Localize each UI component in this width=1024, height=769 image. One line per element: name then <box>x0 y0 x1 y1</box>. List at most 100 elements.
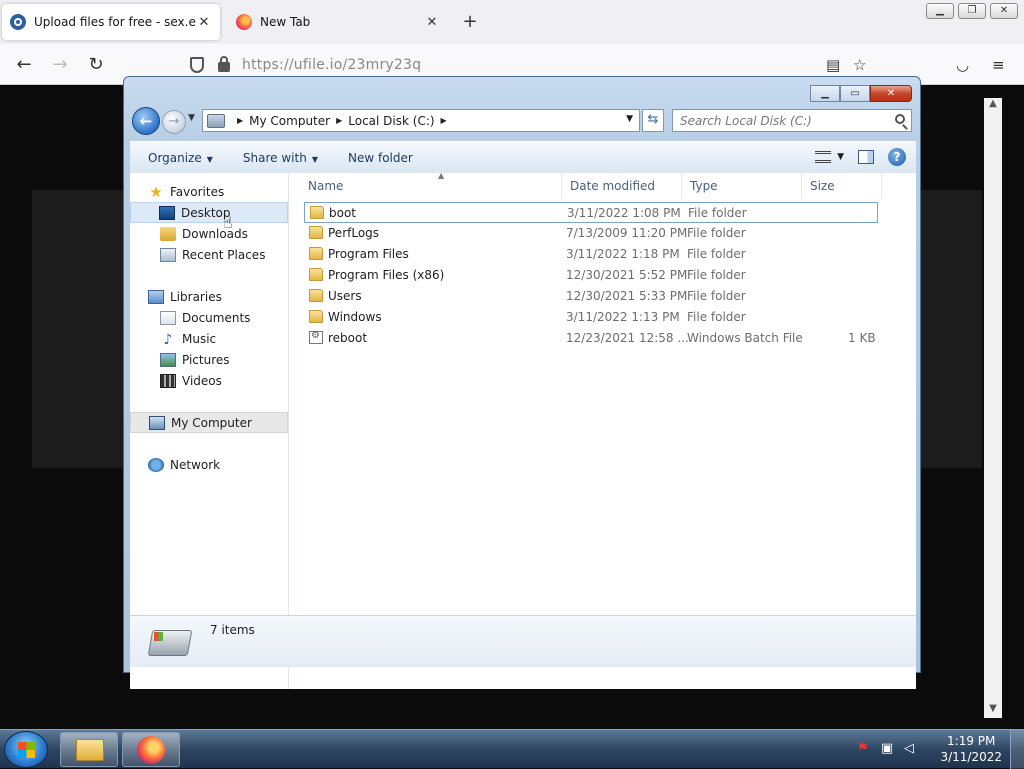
file-row-users[interactable]: Users 12/30/2021 5:33 PM File folder <box>304 286 878 307</box>
breadcrumb-local-disk[interactable]: Local Disk (C:) <box>348 114 434 128</box>
file-list[interactable]: Name ▲ Date modified Type Size boot 3/11… <box>290 171 916 689</box>
forward-arrow-icon[interactable]: → <box>162 110 186 134</box>
file-type: File folder <box>687 289 746 303</box>
breadcrumb-arrow-icon[interactable]: ▶ <box>441 116 447 125</box>
close-icon[interactable]: ✕ <box>990 3 1018 19</box>
back-arrow-icon[interactable]: ← <box>132 107 160 135</box>
back-arrow-icon[interactable]: ← <box>12 54 36 76</box>
share-with-button[interactable]: Share with ▼ <box>213 151 318 165</box>
reload-icon[interactable]: ↻ <box>84 54 108 76</box>
minimize-icon[interactable]: ▁ <box>810 85 840 102</box>
minimize-icon[interactable]: ▁ <box>926 3 954 19</box>
nav-label: Favorites <box>170 184 225 199</box>
item-count: 7 items <box>210 623 255 637</box>
close-icon[interactable]: ✕ <box>870 85 912 102</box>
file-row-reboot[interactable]: reboot 12/23/2021 12:58 ... Windows Batc… <box>304 328 878 349</box>
taskbar-firefox-button[interactable] <box>122 732 180 767</box>
change-view-icon[interactable] <box>815 151 832 163</box>
search-input[interactable]: Search Local Disk (C:) <box>672 109 912 132</box>
network-icon[interactable]: ▣ <box>880 742 894 756</box>
breadcrumb-arrow-icon[interactable]: ▶ <box>237 116 243 125</box>
file-row-windows[interactable]: Windows 3/11/2022 1:13 PM File folder <box>304 307 878 328</box>
nav-pictures[interactable]: Pictures <box>130 349 288 370</box>
bookmark-star-icon[interactable]: ☆ <box>853 56 866 74</box>
nav-recent-places[interactable]: Recent Places <box>130 244 288 265</box>
hand-cursor-icon: ☝ <box>223 213 233 232</box>
column-header-type[interactable]: Type <box>682 173 802 199</box>
menu-icon[interactable]: ≡ <box>992 56 1005 74</box>
address-bar[interactable]: ▶ My Computer ▶ Local Disk (C:) ▶ ▼ <box>202 109 640 132</box>
breadcrumb-my-computer[interactable]: My Computer <box>249 114 330 128</box>
maximize-icon[interactable]: ▭ <box>840 85 870 102</box>
share-with-label: Share with <box>242 150 307 165</box>
reader-view-icon[interactable]: ▤ <box>826 56 840 74</box>
file-row-program-files[interactable]: Program Files 3/11/2022 1:18 PM File fol… <box>304 244 878 265</box>
history-dropdown-icon[interactable]: ▼ <box>188 113 195 123</box>
column-header-date[interactable]: Date modified <box>562 173 682 199</box>
system-tray: ⚑ ▣ ◁ 1:19 PM 3/11/2022 <box>844 730 1024 769</box>
new-tab-plus-icon[interactable]: + <box>460 10 480 34</box>
column-header-name[interactable]: Name ▲ <box>300 171 562 199</box>
ufile-favicon-icon <box>10 14 26 30</box>
address-dropdown-icon[interactable]: ▼ <box>626 114 633 124</box>
scroll-up-icon[interactable]: ▲ <box>984 98 1002 109</box>
tracking-shield-icon[interactable] <box>190 57 204 73</box>
clock[interactable]: 1:19 PM 3/11/2022 <box>940 733 1002 765</box>
details-pane: 7 items <box>130 615 916 667</box>
preview-pane-icon[interactable] <box>858 150 874 164</box>
breadcrumb-arrow-icon[interactable]: ▶ <box>336 116 342 125</box>
restore-icon[interactable]: ❐ <box>958 3 986 19</box>
search-icon[interactable] <box>895 114 905 124</box>
close-tab-icon[interactable]: ✕ <box>424 15 440 30</box>
lock-icon[interactable] <box>218 56 230 72</box>
column-label: Date modified <box>570 179 656 193</box>
nav-videos[interactable]: Videos <box>130 370 288 391</box>
folder-icon <box>309 310 323 323</box>
new-folder-button[interactable]: New folder <box>318 151 413 165</box>
navigation-pane[interactable]: ★ Favorites Desktop Downloads Recent Plac… <box>130 173 289 689</box>
volume-icon[interactable]: ◁ <box>902 742 916 756</box>
nav-documents[interactable]: Documents <box>130 307 288 328</box>
start-button[interactable] <box>4 731 48 768</box>
nav-music[interactable]: ♪ Music <box>130 328 288 349</box>
organize-button[interactable]: Organize ▼ <box>130 151 213 165</box>
music-icon: ♪ <box>163 331 173 348</box>
clock-time: 1:19 PM <box>947 734 996 748</box>
nav-label: Documents <box>182 310 251 325</box>
page-scrollbar[interactable]: ▲ ▼ <box>984 98 1002 718</box>
file-size: 1 KB <box>848 331 876 345</box>
view-dropdown-icon[interactable]: ▼ <box>837 152 844 162</box>
nav-label: Network <box>170 457 221 472</box>
tab-new-tab[interactable]: New Tab ✕ <box>228 4 448 40</box>
url-text[interactable]: https://ufile.io/23mry23q <box>242 57 421 73</box>
refresh-icon[interactable]: ⇆ <box>642 109 664 132</box>
nav-libraries[interactable]: Libraries <box>130 286 288 307</box>
nav-desktop[interactable]: Desktop <box>130 202 288 223</box>
taskbar-explorer-button[interactable] <box>60 732 118 767</box>
file-row-program-files-x86[interactable]: Program Files (x86) 12/30/2021 5:52 PM F… <box>304 265 878 286</box>
nav-downloads[interactable]: Downloads <box>130 223 288 244</box>
firefox-favicon-icon <box>236 14 252 30</box>
computer-icon <box>207 113 225 128</box>
network-icon <box>148 457 164 472</box>
action-center-flag-icon[interactable]: ⚑ <box>856 742 870 756</box>
folder-icon <box>309 289 323 302</box>
file-type: File folder <box>687 268 746 282</box>
tab-ufile[interactable]: Upload files for free - sex.exe - u ✕ <box>2 4 220 40</box>
clock-date: 3/11/2022 <box>940 750 1002 764</box>
help-icon[interactable]: ? <box>888 148 906 166</box>
nav-my-computer[interactable]: My Computer <box>130 412 288 433</box>
scroll-down-icon[interactable]: ▼ <box>984 703 1002 714</box>
close-tab-icon[interactable]: ✕ <box>196 15 212 30</box>
show-desktop-button[interactable] <box>1010 730 1024 769</box>
explorer-window: ▁ ▭ ✕ ← → ▼ ▶ My Computer ▶ Local Disk (… <box>123 76 921 689</box>
file-row-boot[interactable]: boot 3/11/2022 1:08 PM File folder <box>304 202 878 223</box>
column-header-size[interactable]: Size <box>802 173 882 199</box>
pocket-icon[interactable]: ◡ <box>956 56 969 74</box>
column-label: Type <box>690 179 718 193</box>
file-row-perflogs[interactable]: PerfLogs 7/13/2009 11:20 PM File folder <box>304 223 878 244</box>
nav-favorites[interactable]: ★ Favorites <box>130 181 288 202</box>
nav-network[interactable]: Network <box>130 454 288 475</box>
forward-arrow-icon[interactable]: → <box>48 54 72 76</box>
file-name: Program Files <box>328 247 409 261</box>
